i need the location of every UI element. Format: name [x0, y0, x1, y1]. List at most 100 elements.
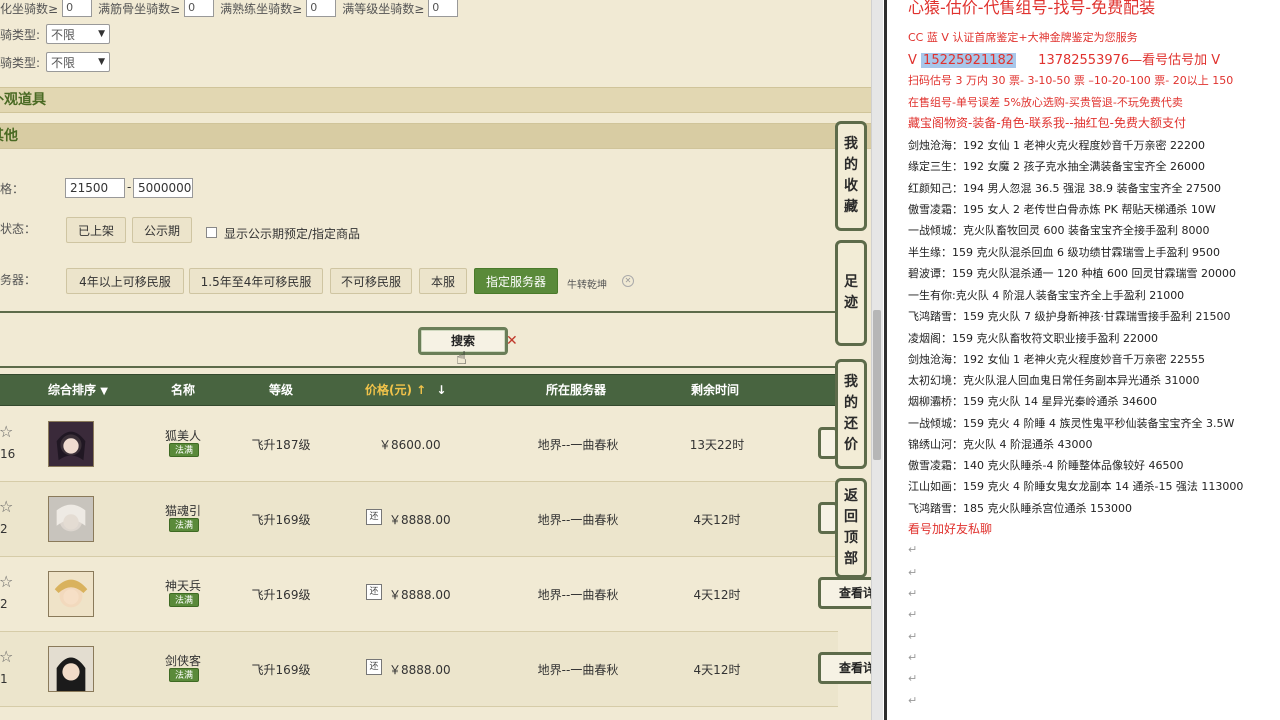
mount-type-select-1[interactable]: 不限 ▼ — [46, 24, 111, 44]
section-other-label: 其他 — [0, 128, 18, 144]
attr-input-2[interactable]: 0 — [184, 0, 215, 17]
arrow-up-icon[interactable]: ↑ — [416, 383, 426, 397]
role-name[interactable]: 狐美人 — [148, 427, 218, 444]
table-row[interactable]: ☆ 2 神天兵 法满 飞升169级 还 ￥8888.00 地界--一曲春秋 4天… — [0, 557, 872, 632]
sale-status-label: 出售状态： — [0, 222, 37, 236]
tab-char: 的 — [844, 157, 858, 173]
favorite-count: 16 — [0, 447, 16, 461]
role-price: ￥8600.00 — [379, 438, 441, 452]
tab-char: 我 — [844, 374, 858, 390]
star-icon[interactable]: ☆ — [0, 424, 15, 440]
paragraph-mark: ↵ — [908, 630, 918, 643]
level-header: 等级 — [269, 383, 294, 397]
server-1.5yr-button[interactable]: 1.5年至4年可移民服 — [189, 268, 323, 294]
table-row[interactable]: ☆ 16 狐美人 法满 飞升187级 ￥8600.00 地界--一曲春秋 13天… — [0, 407, 838, 482]
paragraph-mark: ↵ — [908, 587, 918, 600]
star-icon[interactable]: ☆ — [0, 649, 15, 665]
role-level: 飞升169级 — [251, 513, 311, 527]
back-to-top-tab[interactable]: 返 回 顶 部 — [835, 478, 867, 578]
paragraph-mark: ↵ — [908, 651, 918, 664]
mount-type-select-2[interactable]: 不限 ▼ — [46, 52, 111, 72]
server-local-button[interactable]: 本服 — [419, 268, 467, 294]
avatar[interactable] — [48, 496, 94, 542]
attr-label-2: 满筋骨坐骑数≥ — [98, 1, 181, 16]
table-row[interactable]: ☆ 2 猫魂引 法满 飞升169级 还 ￥8888.00 地界--一曲春秋 4天… — [0, 482, 838, 557]
paragraph-mark: ↵ — [908, 566, 918, 579]
role-level: 飞升187级 — [251, 438, 311, 452]
star-icon[interactable]: ☆ — [0, 574, 15, 590]
attr-input-4[interactable]: 0 — [428, 0, 459, 17]
results-table-header: 综合排序 ▼ 名称 等级 价格(元) ↑ ↓ 所在服务器 剩余时间 — [0, 374, 838, 406]
tab-char: 部 — [844, 551, 858, 567]
notes-item: 剑烛沧海：192 女仙 1 老神火克火程度妙音千万亲密 22200 — [908, 139, 1205, 152]
attr-input-3[interactable]: 0 — [306, 0, 337, 17]
price-dash: - — [127, 180, 132, 194]
avatar[interactable] — [48, 421, 94, 467]
notes-phone-highlight: 15225921182 — [921, 53, 1017, 68]
notes-item: 一战倾城：克火队畜牧回灵 600 装备宝宝齐全接手盈利 8000 — [908, 224, 1210, 237]
my-favorites-tab[interactable]: 我 的 收 藏 — [835, 121, 867, 231]
notes-phone-prefix: V — [908, 53, 917, 68]
scrollbar-thumb[interactable] — [873, 310, 881, 460]
notes-item: 一生有你:克火队 4 阶混人装备宝宝齐全上手盈利 21000 — [908, 289, 1185, 302]
price-header[interactable]: 价格(元) ↑ ↓ — [365, 375, 446, 405]
show-public-checkbox[interactable] — [206, 227, 217, 238]
tab-char: 迹 — [844, 295, 858, 311]
notes-item: 缘定三生：192 女魔 2 孩子克水抽全满装备宝宝齐全 26000 — [908, 160, 1205, 173]
section-items-label: 外观道具 — [0, 92, 46, 108]
notes-panel[interactable]: 心猿-估价-代售组号-找号-免费配装 CC 蓝 V 认证首席鉴定+大神金牌鉴定为… — [888, 0, 1280, 720]
price-min-input[interactable]: 21500 — [65, 178, 125, 198]
role-remain: 4天12时 — [693, 588, 741, 602]
trade-page: 化坐骑数≥ 0 满筋骨坐骑数≥ 0 满熟练坐骑数≥ 0 满等级坐骑数≥ 0 坐骑… — [0, 0, 872, 720]
tab-char: 收 — [844, 178, 858, 194]
my-bids-tab[interactable]: 我 的 还 价 — [835, 359, 867, 469]
bargain-tag: 还 — [366, 659, 382, 675]
server-1.5yr-label: 1.5年至4年可移民服 — [200, 274, 312, 289]
notes-item: 凌烟阁：159 克火队畜牧符文职业接手盈利 22000 — [908, 332, 1158, 345]
notes-item: 烟柳灞桥：159 克火队 14 星异光秦岭通杀 34600 — [908, 395, 1157, 408]
favorite-count: 2 — [0, 522, 8, 536]
section-other[interactable]: 其他 — [0, 123, 872, 149]
selected-server-tag: 牛转乾坤 — [567, 280, 607, 291]
mount-type-value-2: 不限 — [51, 55, 76, 70]
remain-header: 剩余时间 — [691, 383, 740, 397]
bargain-tag: 还 — [366, 584, 382, 600]
footprint-tab[interactable]: 足 迹 — [835, 240, 867, 346]
role-server: 地界--一曲春秋 — [537, 588, 619, 602]
role-server: 地界--一曲春秋 — [537, 438, 619, 452]
role-server: 地界--一曲春秋 — [537, 513, 619, 527]
view-detail-button[interactable]: 查看详 — [818, 652, 872, 684]
tab-char: 足 — [844, 274, 858, 290]
role-name[interactable]: 猫魂引 — [148, 502, 218, 519]
notes-item: 飞鸿踏雪：159 克火队 7 级护身新神孩·甘霖瑞雪接手盈利 21500 — [908, 310, 1231, 323]
cursor-icon: ☝ — [456, 348, 467, 369]
view-detail-button[interactable]: 查看详 — [818, 577, 872, 609]
server-4yr-button[interactable]: 4年以上可移民服 — [66, 268, 184, 294]
server-nomigrate-button[interactable]: 不可移民服 — [330, 268, 412, 294]
tab-char: 返 — [844, 488, 858, 504]
tab-char: 价 — [844, 437, 858, 453]
arrow-down-icon[interactable]: ↓ — [436, 383, 446, 397]
notes-phone-line: V 15225921182 13782553976—看号估号加 V — [908, 49, 1220, 68]
role-remain: 4天12时 — [693, 663, 741, 677]
mount-type-value-1: 不限 — [51, 27, 76, 42]
avatar[interactable] — [48, 646, 94, 692]
sort-header-label: 综合排序 — [48, 383, 97, 397]
section-items[interactable]: 外观道具 — [0, 87, 872, 113]
status-public-button[interactable]: 公示期 — [132, 217, 192, 243]
role-name[interactable]: 神天兵 — [148, 577, 218, 594]
avatar[interactable] — [48, 571, 94, 617]
sort-header[interactable]: 综合排序 ▼ — [48, 375, 108, 407]
status-listed-button[interactable]: 已上架 — [66, 217, 126, 243]
star-icon[interactable]: ☆ — [0, 499, 15, 515]
notes-line: 藏宝阁物资-装备-角色-联系我--抽红包-免费大额支付 — [908, 116, 1186, 130]
table-row[interactable]: ☆ 1 剑侠客 法满 飞升169级 还 ￥8888.00 地界--一曲春秋 4天… — [0, 632, 872, 707]
server-specific-button[interactable]: 指定服务器 — [474, 268, 558, 294]
close-icon[interactable]: ✕ — [622, 275, 634, 287]
attr-input-1[interactable]: 0 — [62, 0, 93, 17]
role-remain: 4天12时 — [693, 513, 741, 527]
role-price: ￥8888.00 — [389, 588, 451, 602]
price-max-input[interactable]: 5000000 — [133, 178, 193, 198]
tab-char: 藏 — [844, 199, 858, 215]
role-name[interactable]: 剑侠客 — [148, 652, 218, 669]
